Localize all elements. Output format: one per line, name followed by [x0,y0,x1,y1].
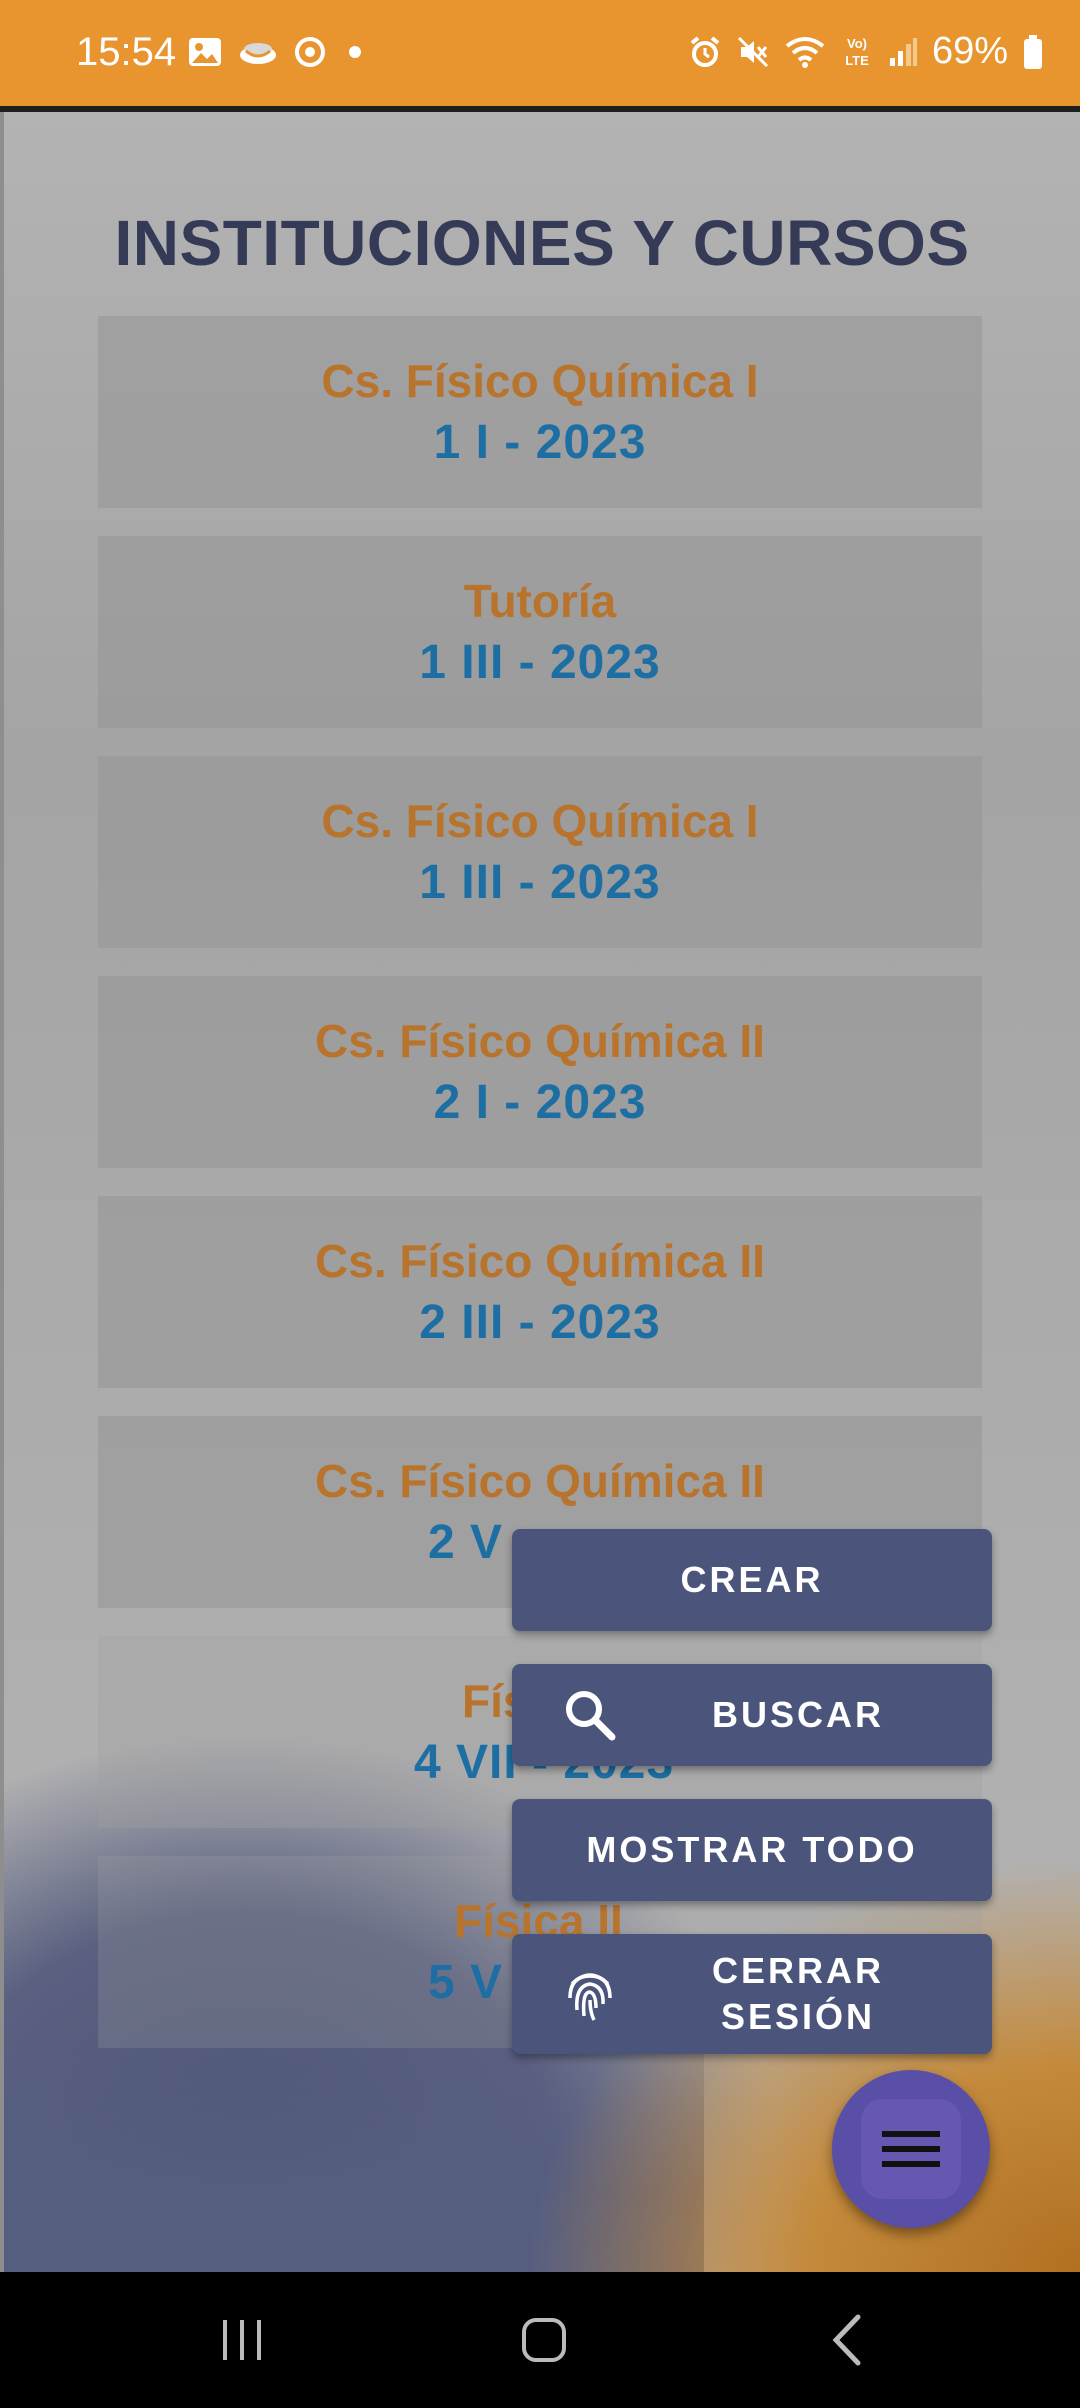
course-subject: Cs. Físico Química II [315,1455,765,1507]
menu-fab-button[interactable] [832,2070,990,2228]
cerrar-sesion-line1: CERRAR [711,1950,884,1991]
course-card[interactable]: Cs. Físico Química II 2 I - 2023 [98,976,982,1168]
cerrar-sesion-line2: SESIÓN [720,1996,876,2037]
fingerprint-icon [562,1964,618,2024]
notification-icons [188,36,368,68]
app-icon [238,37,278,67]
search-icon [562,1687,618,1743]
mostrar-todo-label: MOSTRAR TODO [586,1829,918,1870]
battery-icon [1022,34,1044,70]
course-group: 1 I - 2023 [433,416,647,469]
hamburger-icon [882,2129,940,2169]
crear-button[interactable]: CREAR [512,1529,992,1631]
recent-apps-button[interactable] [142,2272,342,2408]
back-button[interactable] [748,2272,948,2408]
recent-apps-icon [217,2318,267,2362]
app-content: INSTITUCIONES Y CURSOS Cs. Físico Químic… [0,112,1080,2272]
navigation-bar [0,2272,1080,2408]
cerrar-sesion-label: CERRAR SESIÓN [620,1948,884,2040]
status-time: 15:54 [76,30,177,74]
course-subject: Cs. Físico Química I [321,795,759,847]
signal-icon [888,36,918,68]
cerrar-sesion-button[interactable]: CERRAR SESIÓN [512,1934,992,2054]
course-group: 1 III - 2023 [419,856,661,909]
svg-text:Vo): Vo) [847,36,867,51]
home-icon [519,2315,569,2365]
course-group: 2 III - 2023 [419,1296,661,1349]
course-card[interactable]: Cs. Físico Química I 1 III - 2023 [98,756,982,948]
course-subject: Cs. Físico Química II [315,1015,765,1067]
course-card[interactable]: Cs. Físico Química I 1 I - 2023 [98,316,982,508]
sync-icon [294,36,326,68]
course-group: 2 I - 2023 [433,1076,647,1129]
course-card[interactable]: Tutoría 1 III - 2023 [98,536,982,728]
battery-percent: 69% [931,30,1008,72]
course-card[interactable]: Cs. Físico Química II 2 III - 2023 [98,1196,982,1388]
gallery-icon [188,37,222,67]
mute-icon [736,35,770,69]
course-group: 1 III - 2023 [419,636,661,689]
crear-label: CREAR [680,1559,824,1600]
page-title: INSTITUCIONES Y CURSOS [114,207,970,279]
buscar-label: BUSCAR [711,1694,884,1735]
course-subject: Tutoría [463,575,617,627]
back-icon [828,2313,868,2367]
dot-icon [342,39,368,65]
mostrar-todo-button[interactable]: MOSTRAR TODO [512,1799,992,1901]
course-subject: Cs. Físico Química I [321,355,759,407]
course-subject: Cs. Físico Química II [315,1235,765,1287]
svg-text:LTE: LTE [845,53,869,68]
wifi-icon [784,35,826,69]
buscar-button[interactable]: BUSCAR [512,1664,992,1766]
volte-icon: Vo) LTE [840,34,874,70]
alarm-icon [688,35,722,69]
home-button[interactable] [444,2272,644,2408]
status-bar: 15:54 Vo) LTE 69% [0,0,1080,112]
